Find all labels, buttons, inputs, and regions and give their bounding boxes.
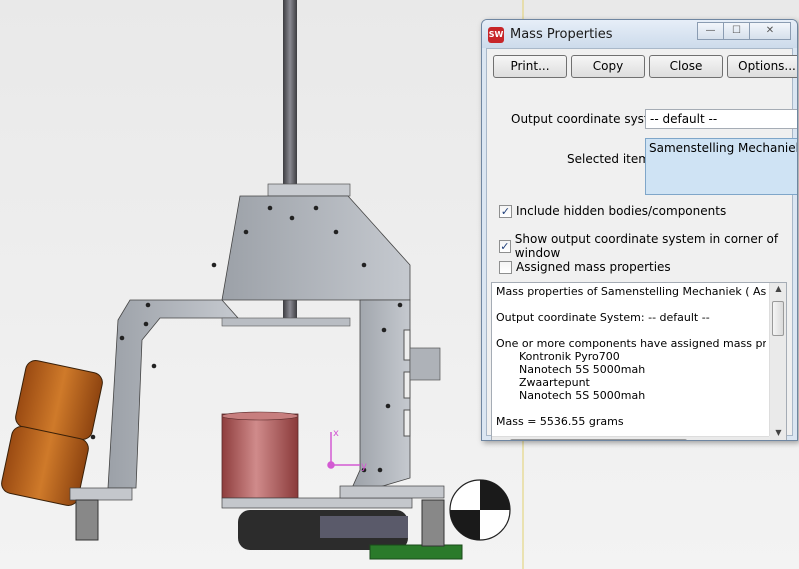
right-arm	[351, 299, 411, 489]
axis-x-label: x	[333, 428, 339, 439]
results-textbox[interactable]: Mass properties of Samenstelling Mechani…	[491, 282, 787, 441]
mass-properties-dialog: SW Mass Properties — ☐ ✕ Print... Copy C…	[481, 19, 798, 441]
upper-frame	[221, 195, 411, 301]
scroll-up-icon[interactable]: ▲	[770, 284, 786, 293]
dialog-body: Print... Copy Close Options... Output co…	[486, 48, 797, 440]
assigned-mass-checkbox[interactable]: Assigned mass properties	[499, 260, 671, 274]
selected-item[interactable]: Samenstelling Mechaniek.SLD	[649, 141, 797, 155]
scroll-corner	[769, 436, 786, 440]
results-line: Output coordinate System: -- default --	[496, 311, 710, 324]
close-button[interactable]: Close	[649, 55, 723, 78]
motor-can	[221, 413, 299, 499]
show-coord-system-checkbox[interactable]: ✓ Show output coordinate system in corne…	[499, 232, 792, 260]
scroll-thumb[interactable]: |||	[510, 439, 687, 440]
solidworks-icon: SW	[488, 27, 504, 43]
results-line: Mass properties of Samenstelling Mechani…	[496, 285, 766, 298]
minimize-icon[interactable]: —	[697, 22, 724, 40]
print-button[interactable]: Print...	[493, 55, 567, 78]
vertical-scrollbar[interactable]: ▲ ▼	[769, 283, 786, 438]
battery-packs	[1, 359, 103, 507]
close-icon[interactable]: ✕	[749, 22, 791, 40]
dialog-titlebar[interactable]: SW Mass Properties — ☐ ✕	[482, 20, 797, 48]
copy-button[interactable]: Copy	[571, 55, 645, 78]
mass-value: Mass = 5536.55 grams	[496, 415, 624, 428]
dialog-title: Mass Properties	[510, 27, 613, 42]
axis-y-label: y	[361, 461, 367, 472]
component-line: Nanotech 5S 5000mah	[519, 389, 646, 402]
scroll-left-icon[interactable]: ◀	[492, 440, 509, 441]
scroll-right-icon[interactable]: ▶	[754, 440, 771, 441]
checkbox-label: Include hidden bodies/components	[516, 204, 727, 218]
left-arm	[107, 299, 239, 489]
component-line: Kontronik Pyro700	[519, 350, 620, 363]
selected-items-list[interactable]: Samenstelling Mechaniek.SLD	[645, 138, 797, 195]
button-row: Print... Copy Close Options...	[493, 55, 797, 78]
checkbox-unchecked-icon[interactable]	[499, 260, 512, 274]
component-line: Zwaartepunt	[519, 376, 590, 389]
output-coord-select[interactable]: -- default --	[645, 109, 797, 129]
options-button[interactable]: Options...	[727, 55, 797, 78]
center-of-mass-symbol	[449, 479, 511, 541]
maximize-icon[interactable]: ☐	[723, 22, 750, 40]
include-hidden-checkbox[interactable]: ✓ Include hidden bodies/components	[499, 204, 726, 218]
horizontal-scrollbar[interactable]: ◀ ||| ▶	[492, 436, 771, 441]
component-line: Nanotech 5S 5000mah	[519, 363, 646, 376]
checkbox-checked-icon[interactable]: ✓	[499, 239, 511, 253]
checkbox-label: Assigned mass properties	[516, 260, 671, 274]
checkbox-checked-icon[interactable]: ✓	[499, 204, 512, 218]
scroll-thumb[interactable]	[772, 301, 784, 336]
results-line: One or more components have assigned mas…	[496, 337, 766, 350]
checkbox-label: Show output coordinate system in corner …	[514, 232, 779, 260]
